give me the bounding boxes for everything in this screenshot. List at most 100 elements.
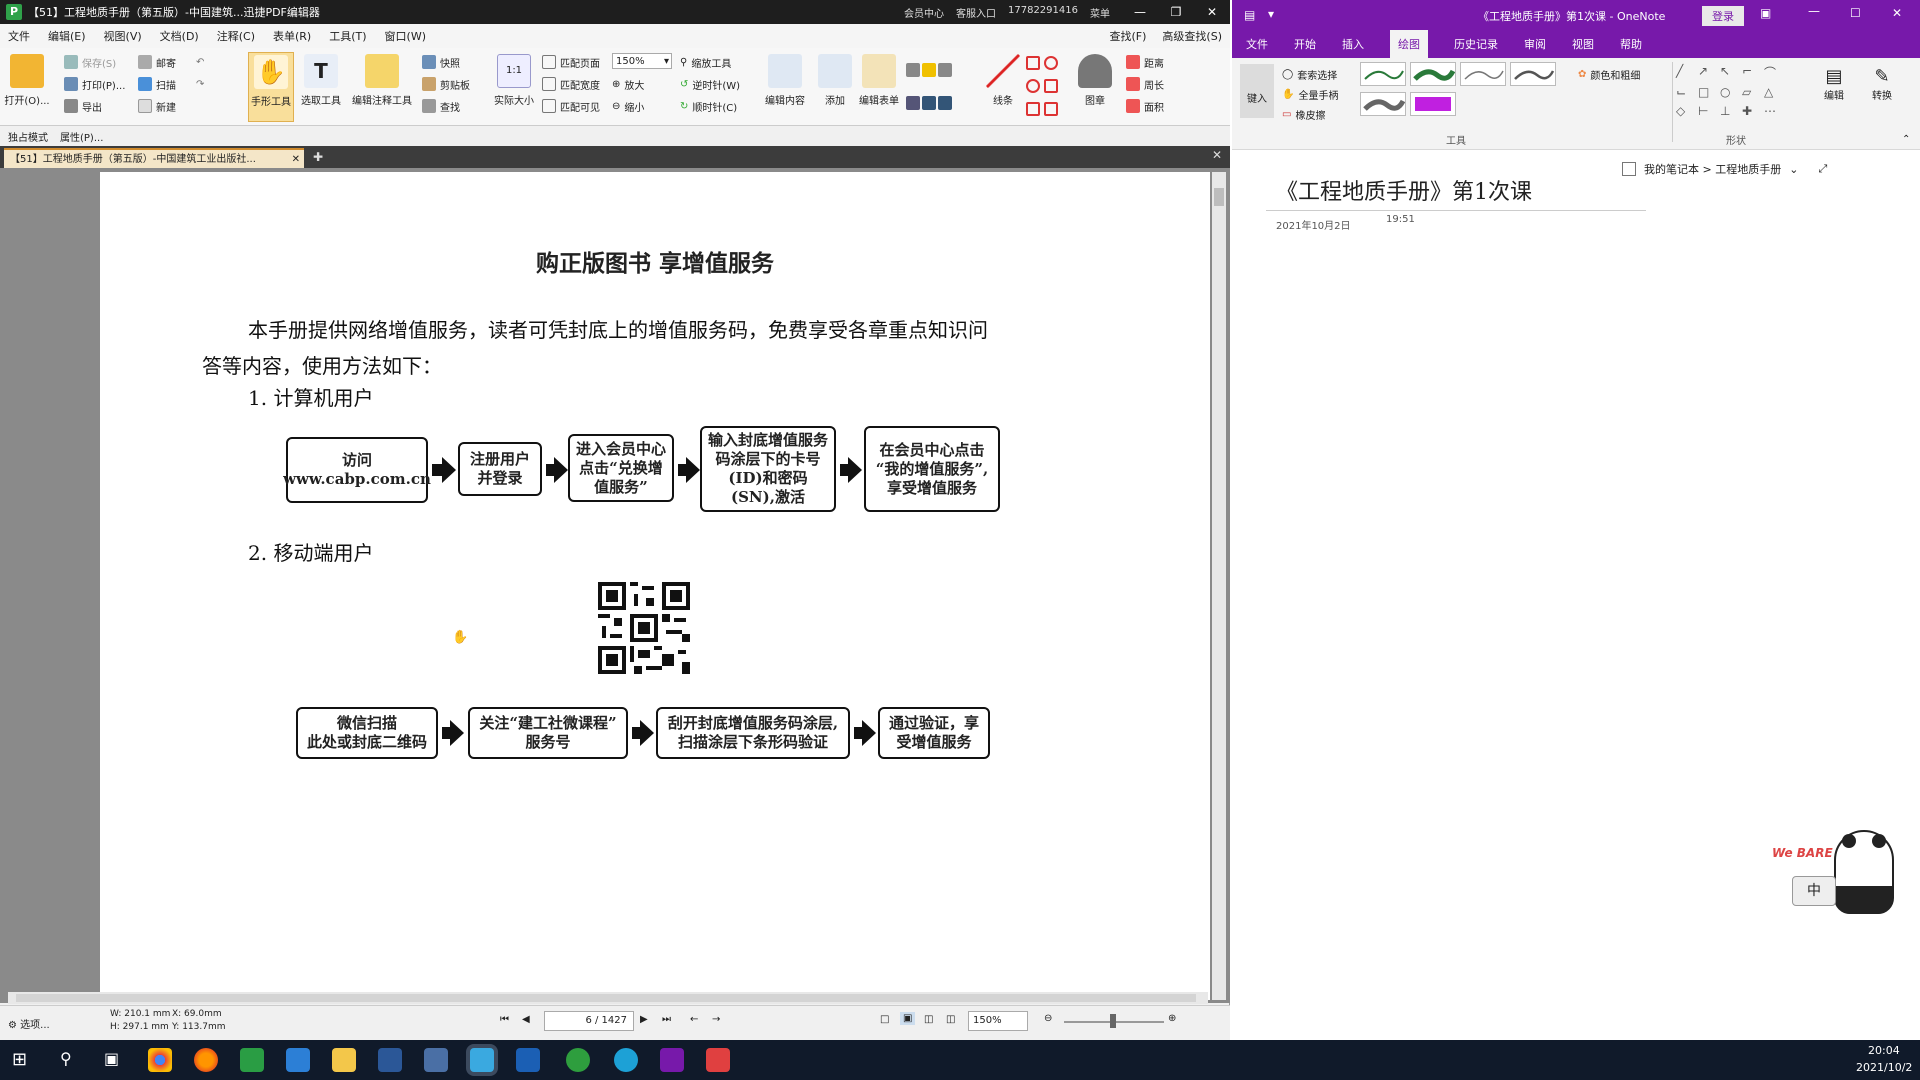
find-tool-button[interactable]: 查找 <box>422 96 460 116</box>
stamp-button[interactable]: 图章 <box>1072 52 1118 122</box>
single-page-icon[interactable]: □ <box>880 1014 889 1025</box>
shape-more-icon[interactable]: ⋯ <box>1764 104 1782 118</box>
clock-date[interactable]: 2021/10/2 <box>1856 1061 1912 1074</box>
tab-close-icon[interactable]: ✕ <box>292 150 300 170</box>
fit-width-button[interactable]: 匹配宽度 <box>542 74 600 94</box>
zoom-slider-thumb[interactable] <box>1110 1014 1116 1028</box>
edit-form-button[interactable]: 编辑表单 <box>854 52 904 122</box>
vertical-scrollbar[interactable] <box>1212 172 1226 1000</box>
on-close-icon[interactable]: ✕ <box>1892 6 1902 20</box>
close-icon[interactable]: ✕ <box>1194 0 1230 24</box>
fit-visible-button[interactable]: 匹配可见 <box>542 96 600 116</box>
minimize-icon[interactable]: — <box>1122 0 1158 24</box>
shape-elbow-icon[interactable]: ⌐ <box>1742 64 1760 81</box>
ribbon-display-icon[interactable]: ▣ <box>1760 6 1771 20</box>
properties-button[interactable]: 属性(P)... <box>60 129 103 144</box>
pen-gray-thin[interactable] <box>1460 62 1506 86</box>
export-button[interactable]: 导出 <box>64 96 102 116</box>
shape-line-icon[interactable]: ╱ <box>1676 64 1694 81</box>
shape-3d-axis-icon[interactable]: ⊥ <box>1720 104 1738 118</box>
tab-history[interactable]: 历史记录 <box>1454 36 1498 52</box>
new-tab-icon[interactable]: ✚ <box>310 148 326 166</box>
on-minimize-icon[interactable]: — <box>1808 4 1820 18</box>
app-v-icon[interactable] <box>516 1048 540 1072</box>
document-tab[interactable]: 【51】工程地质手册（第五版）-中国建筑工业出版社... ✕ <box>4 148 304 168</box>
tab-view[interactable]: 视图 <box>1572 36 1594 52</box>
shape-corner-icon[interactable]: ⌒ <box>1764 64 1782 81</box>
pdf-editor-taskbar-icon[interactable] <box>470 1048 494 1072</box>
color-thickness-button[interactable]: ✿ 颜色和粗细 <box>1578 64 1640 84</box>
zoom-out-button[interactable]: ⊖ 缩小 <box>612 96 644 116</box>
qr-code-image[interactable] <box>598 582 690 674</box>
on-maximize-icon[interactable]: ☐ <box>1850 6 1861 20</box>
tab-review[interactable]: 审阅 <box>1524 36 1546 52</box>
shape-bracket-icon[interactable]: ⌙ <box>1676 85 1694 99</box>
shape-axis-icon[interactable]: ⊢ <box>1698 104 1716 118</box>
rotate-ccw-button[interactable]: ↺ 逆时针(W) <box>680 74 740 94</box>
support-link[interactable]: 客服入口 <box>956 5 996 20</box>
advanced-find-button[interactable]: 高级查找(S) <box>1162 28 1222 44</box>
first-page-icon[interactable]: ⏮ <box>500 1014 509 1025</box>
select-tool-button[interactable]: T 选取工具 <box>298 52 344 122</box>
firefox-icon[interactable] <box>194 1048 218 1072</box>
undo-button[interactable]: ↶ <box>196 52 204 72</box>
file-explorer-icon[interactable] <box>332 1048 356 1072</box>
notebook-breadcrumb[interactable]: 我的笔记本 > 工程地质手册 ⌄ ⤢ <box>1622 156 1918 182</box>
shape-double-arrow-icon[interactable]: ↖ <box>1720 64 1738 81</box>
word-icon[interactable] <box>378 1048 402 1072</box>
horizontal-scroll-thumb[interactable] <box>16 994 1196 1002</box>
menu-form[interactable]: 表单(R) <box>273 28 311 44</box>
shape-triangle-icon[interactable]: △ <box>1764 85 1782 99</box>
clock-time[interactable]: 20:04 <box>1868 1044 1900 1057</box>
hand-tool-button[interactable]: ✋ 手形工具 <box>248 52 294 122</box>
document-close-icon[interactable]: ✕ <box>1212 148 1222 162</box>
shape-arrow-icon[interactable]: ↗ <box>1698 64 1716 81</box>
tab-help[interactable]: 帮助 <box>1620 36 1642 52</box>
menu-tools[interactable]: 工具(T) <box>329 28 366 44</box>
save-button[interactable]: 保存(S) <box>64 52 116 72</box>
forward-icon[interactable]: → <box>712 1014 720 1025</box>
type-tool-button[interactable]: 键入 <box>1240 64 1274 118</box>
app-round-blue-icon[interactable] <box>614 1048 638 1072</box>
continuous-page-icon[interactable]: ▣ <box>900 1012 916 1025</box>
distance-button[interactable]: 距离 <box>1126 52 1164 72</box>
edit-annotation-tool-button[interactable]: 编辑注释工具 <box>352 52 412 122</box>
menu-comment[interactable]: 注释(C) <box>217 28 255 44</box>
chrome-icon[interactable] <box>148 1048 172 1072</box>
app-red-icon[interactable] <box>706 1048 730 1072</box>
menu-edit[interactable]: 编辑(E) <box>48 28 86 44</box>
pen-green-thick[interactable] <box>1410 62 1456 86</box>
collapse-ribbon-icon[interactable]: ⌃ <box>1902 134 1910 145</box>
prev-page-icon[interactable]: ◀ <box>522 1014 530 1025</box>
windows-start-icon[interactable]: ⊞ <box>12 1049 27 1070</box>
panning-hand-button[interactable]: ✋ 全量手柄 <box>1282 84 1338 104</box>
edit-content-button[interactable]: 编辑内容 <box>760 52 810 122</box>
menu-view[interactable]: 视图(V) <box>104 28 142 44</box>
edit-group-button[interactable]: ▤ 编辑 <box>1812 66 1856 102</box>
horizontal-scrollbar[interactable] <box>8 992 1208 1004</box>
print-button[interactable]: 打印(P)... <box>64 74 125 94</box>
highlighter-magenta[interactable] <box>1410 92 1456 116</box>
fit-page-button[interactable]: 匹配页面 <box>542 52 600 72</box>
notebook-icon[interactable]: ▤ <box>1244 8 1255 22</box>
last-page-icon[interactable]: ⏭ <box>662 1014 671 1025</box>
status-zoom-in-icon[interactable]: ⊕ <box>1168 1013 1176 1024</box>
pen-gallery[interactable] <box>1360 62 1556 118</box>
continuous-facing-icon[interactable]: ◫ <box>946 1014 955 1025</box>
page-title[interactable]: 《工程地质手册》第1次课 <box>1276 174 1532 206</box>
menu-window[interactable]: 窗口(W) <box>385 28 426 44</box>
pdf-page[interactable]: 购正版图书 享增值服务 本手册提供网络增值服务，读者可凭封底上的增值服务码，免费… <box>100 172 1210 1000</box>
back-icon[interactable]: ← <box>690 1014 698 1025</box>
shape-rect-icon[interactable]: □ <box>1698 85 1716 99</box>
tab-file[interactable]: 文件 <box>1246 36 1268 52</box>
actual-size-button[interactable]: 1:1 实际大小 <box>488 52 540 122</box>
menu-file[interactable]: 文件 <box>8 28 30 44</box>
shape-circle-icon[interactable]: ○ <box>1720 85 1738 99</box>
status-zoom-out-icon[interactable]: ⊖ <box>1044 1013 1052 1024</box>
exclusive-mode-button[interactable]: 独占模式 <box>8 129 48 144</box>
user-account[interactable]: 17782291416 <box>1008 5 1078 20</box>
shape-graph-icon[interactable]: ✚ <box>1742 104 1760 118</box>
options-button[interactable]: ⚙ 选项... <box>8 1016 50 1031</box>
zoom-tool-button[interactable]: ⚲ 缩放工具 <box>680 52 731 72</box>
shapes-gallery[interactable]: ╱ ↗ ↖ ⌐ ⌒ ⌙ □ ○ ▱ △ ◇ ⊢ ⊥ ✚ ⋯ <box>1676 64 1794 118</box>
